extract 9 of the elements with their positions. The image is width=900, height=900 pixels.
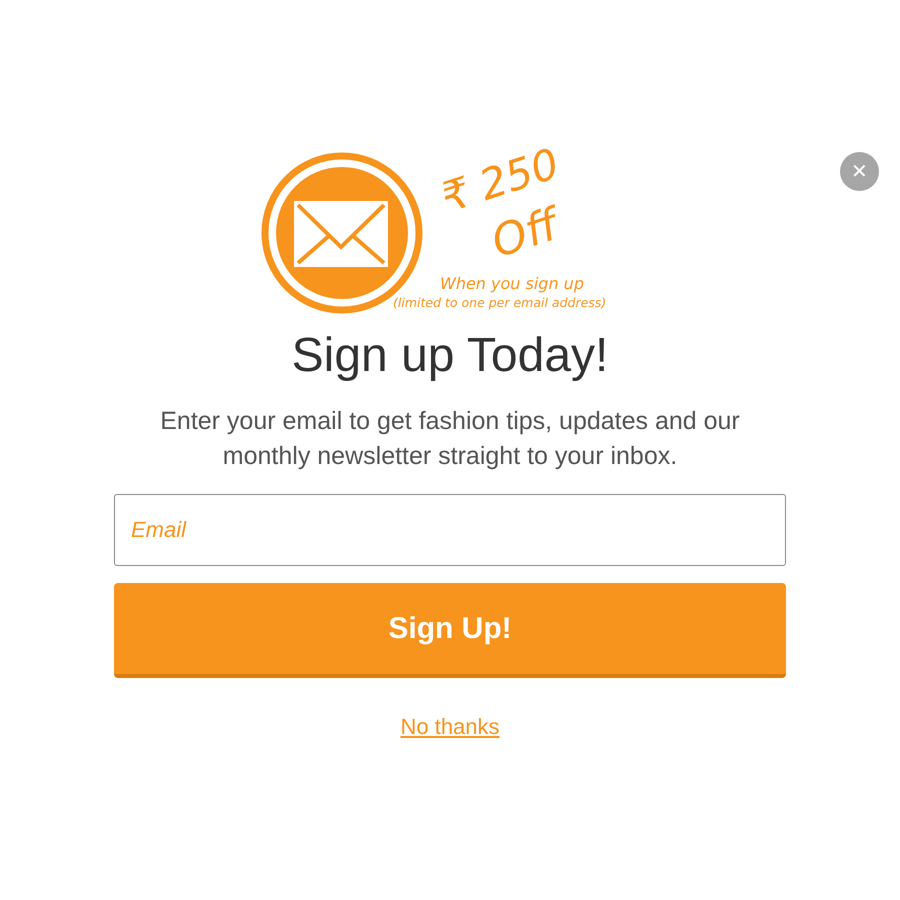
no-thanks-link[interactable]: No thanks: [400, 710, 500, 743]
sign-up-button[interactable]: Sign Up!: [114, 583, 786, 678]
offer-text: Off: [486, 202, 564, 266]
offer-caption: When you sign up: [440, 276, 584, 292]
close-button[interactable]: ✕: [840, 152, 879, 191]
email-field[interactable]: Email: [114, 494, 786, 566]
heading: Sign up Today!: [292, 332, 608, 380]
description: Enter your email to get fashion tips, updates and our monthly newsletter straight to your inbox.: [159, 406, 741, 472]
offer-note: (limited to one per email address): [393, 297, 606, 310]
